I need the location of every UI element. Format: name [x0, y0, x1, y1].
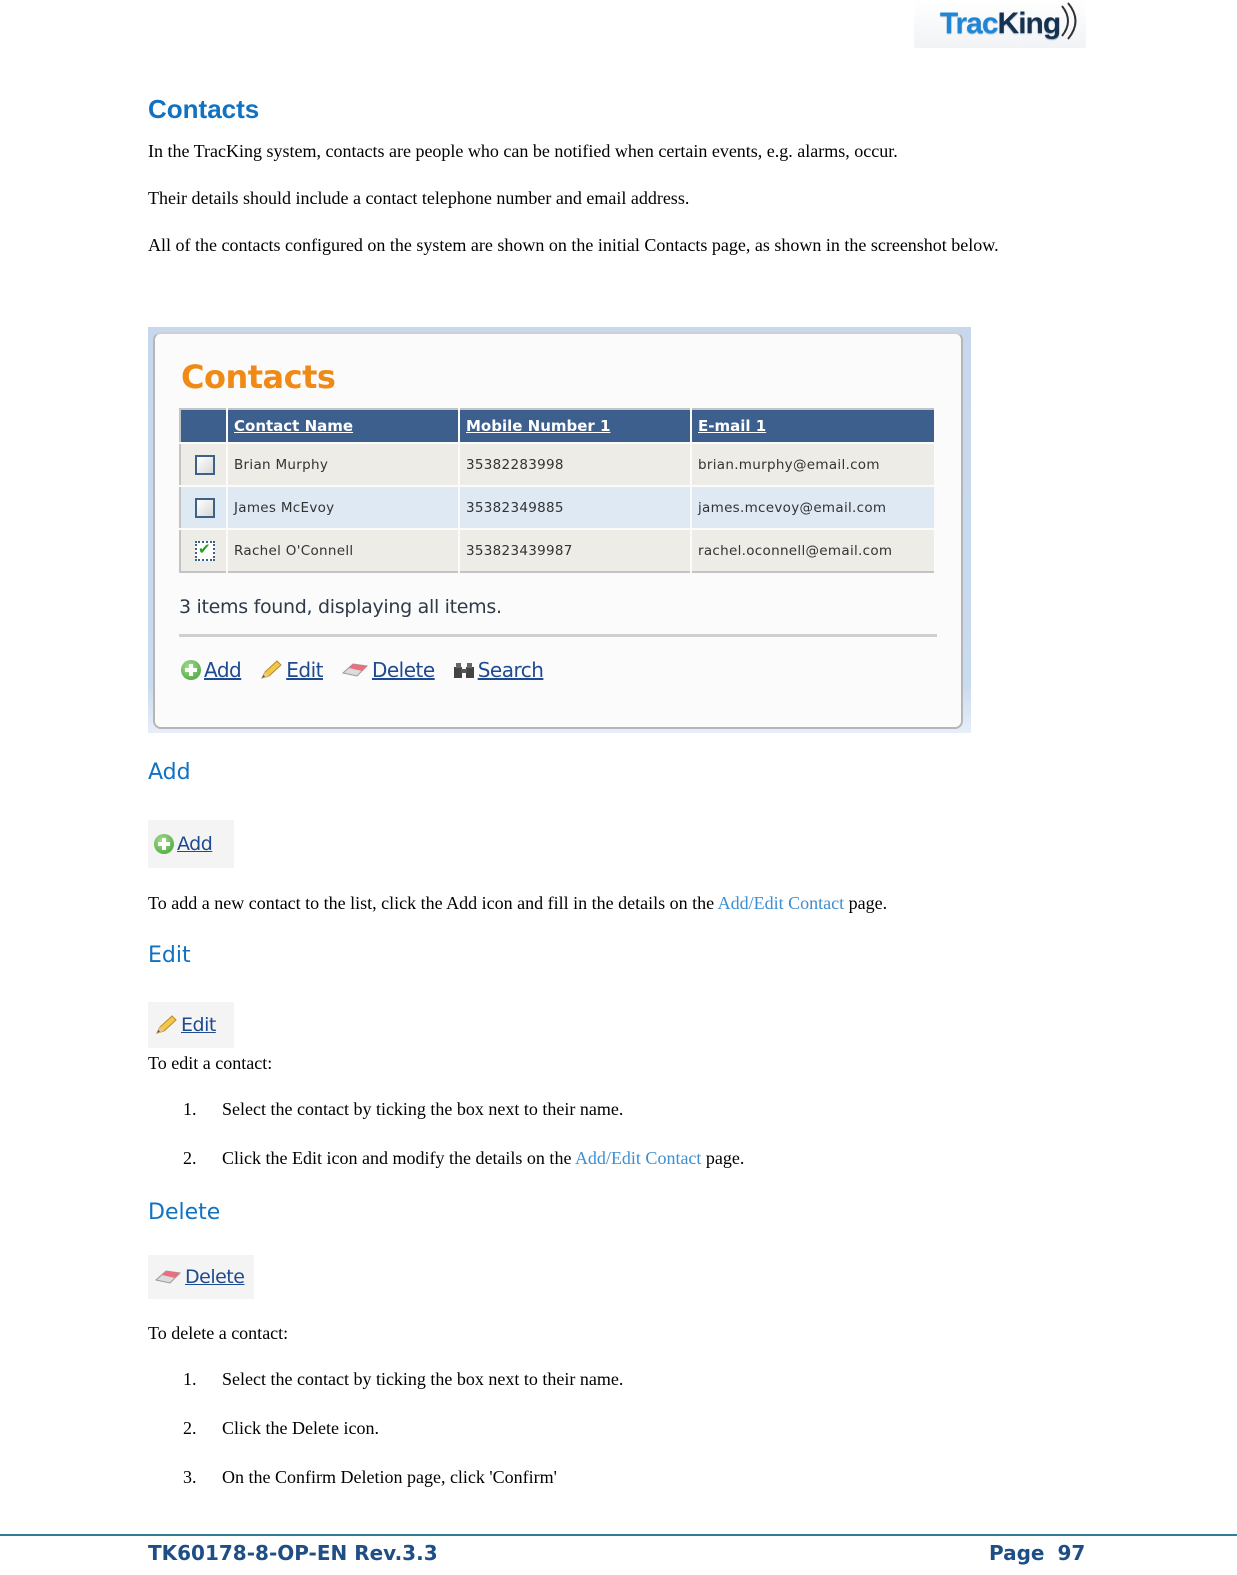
contact-name: Rachel O'Connell	[227, 528, 460, 572]
add-button-sample[interactable]: Add	[154, 833, 213, 855]
edit-heading: Edit	[148, 943, 191, 968]
contact-name: Brian Murphy	[227, 442, 460, 486]
intro-paragraph-1: In the TracKing system, contacts are peo…	[148, 141, 898, 161]
column-header-email[interactable]: E-mail 1	[691, 409, 936, 443]
row-checkbox[interactable]	[195, 497, 215, 518]
add-edit-contact-link[interactable]: Add/Edit Contact	[575, 1148, 701, 1168]
table-row[interactable]: Brian Murphy 35382283998 brian.murphy@em…	[180, 442, 936, 486]
table-row[interactable]: Rachel O'Connell 353823439987 rachel.oco…	[180, 528, 936, 572]
contacts-screenshot: Contacts Contact Name Mobile Number 1 E-…	[148, 327, 971, 733]
section-title: Contacts	[148, 94, 260, 124]
logo-text: TracKing	[939, 7, 1061, 40]
edit-button[interactable]: Edit	[259, 658, 323, 682]
eraser-icon	[341, 663, 369, 677]
add-button-image: Add	[148, 820, 234, 868]
search-button[interactable]: Search	[453, 658, 544, 682]
add-button[interactable]: Add	[181, 658, 242, 682]
contacts-panel: Contacts Contact Name Mobile Number 1 E-…	[153, 332, 963, 729]
list-item: 1. Select the contact by ticking the box …	[183, 1369, 624, 1389]
binoculars-icon	[453, 663, 474, 678]
list-item: 2. Click the Edit icon and modify the det…	[183, 1148, 745, 1168]
footer-divider	[0, 1534, 1237, 1536]
column-header-mobile-number[interactable]: Mobile Number 1	[459, 409, 692, 443]
contact-mobile: 35382283998	[459, 442, 692, 486]
row-checkbox-checked[interactable]	[195, 540, 215, 561]
add-plus-icon	[154, 834, 174, 854]
add-heading: Add	[148, 760, 191, 785]
list-item: 2. Click the Delete icon.	[183, 1418, 379, 1438]
add-edit-contact-link[interactable]: Add/Edit Contact	[718, 893, 844, 913]
edit-button-image: Edit	[148, 1002, 234, 1048]
add-plus-icon	[181, 660, 201, 680]
edit-button-sample[interactable]: Edit	[154, 1014, 216, 1036]
list-item: 1. Select the contact by ticking the box …	[183, 1099, 624, 1119]
column-header-contact-name[interactable]: Contact Name	[227, 409, 460, 443]
signal-waves-icon	[1061, 2, 1077, 40]
contact-email: james.mcevoy@email.com	[691, 485, 936, 529]
contacts-table: Contact Name Mobile Number 1 E-mail 1 Br…	[179, 408, 936, 573]
contact-mobile: 35382349885	[459, 485, 692, 529]
action-toolbar: Add Edit Delete Search	[181, 658, 544, 682]
contacts-page-title: Contacts	[181, 358, 336, 396]
add-instructions: To add a new contact to the list, click …	[148, 893, 888, 913]
items-count-status: 3 items found, displaying all items.	[179, 596, 502, 618]
contact-mobile: 353823439987	[459, 528, 692, 572]
delete-button[interactable]: Delete	[341, 658, 435, 682]
contact-email: rachel.oconnell@email.com	[691, 528, 936, 572]
tracking-logo: TracKing	[914, 0, 1086, 48]
contact-name: James McEvoy	[227, 485, 460, 529]
table-row[interactable]: James McEvoy 35382349885 james.mcevoy@em…	[180, 485, 936, 529]
select-column-header	[180, 409, 228, 443]
row-checkbox[interactable]	[195, 454, 215, 475]
delete-button-image: Delete	[148, 1255, 254, 1299]
divider	[179, 634, 937, 637]
eraser-icon	[154, 1270, 182, 1284]
page-number: Page 97	[989, 1541, 1086, 1565]
delete-steps: 1. Select the contact by ticking the box …	[183, 1369, 623, 1516]
document-id: TK60178-8-OP-EN Rev.3.3	[148, 1541, 438, 1565]
intro-paragraph-2: Their details should include a contact t…	[148, 188, 690, 208]
intro-paragraph-3: All of the contacts configured on the sy…	[148, 235, 999, 255]
edit-steps: 1. Select the contact by ticking the box …	[183, 1099, 744, 1197]
list-item: 3. On the Confirm Deletion page, click 'C…	[183, 1467, 557, 1487]
delete-lead: To delete a contact:	[148, 1323, 289, 1343]
edit-lead: To edit a contact:	[148, 1053, 273, 1073]
delete-heading: Delete	[148, 1200, 221, 1225]
delete-button-sample[interactable]: Delete	[154, 1266, 245, 1288]
table-header-row: Contact Name Mobile Number 1 E-mail 1	[180, 409, 936, 443]
contact-email: brian.murphy@email.com	[691, 442, 936, 486]
pencil-icon	[261, 660, 282, 679]
pencil-icon	[156, 1015, 177, 1034]
